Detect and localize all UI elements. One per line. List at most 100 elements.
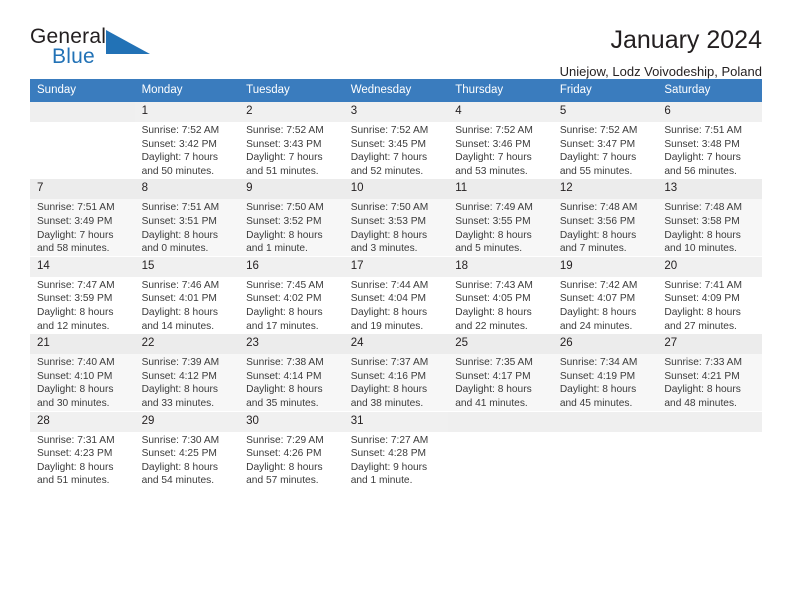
day-info: Sunrise: 7:45 AM Sunset: 4:02 PM Dayligh…: [246, 279, 324, 332]
day-number: 28: [30, 411, 135, 432]
general-blue-logo: General Blue: [30, 26, 160, 74]
day-cell[interactable]: 22 Sunrise: 7:39 AM Sunset: 4:12 PM Dayl…: [134, 333, 240, 412]
day-number: 24: [343, 334, 449, 355]
day-info: Sunrise: 7:52 AM Sunset: 3:45 PM Dayligh…: [350, 125, 429, 177]
day-cell[interactable]: 11 Sunrise: 7:49 AM Sunset: 3:55 PM Dayl…: [448, 178, 553, 257]
day-number: 30: [239, 411, 344, 432]
day-number: 8: [134, 179, 240, 200]
day-cell[interactable]: 13 Sunrise: 7:48 AM Sunset: 3:58 PM Dayl…: [657, 178, 762, 257]
day-cell[interactable]: 26 Sunrise: 7:34 AM Sunset: 4:19 PM Dayl…: [552, 333, 658, 412]
day-info: Sunrise: 7:50 AM Sunset: 3:52 PM Dayligh…: [246, 202, 324, 255]
day-number: 18: [448, 256, 553, 277]
day-cell[interactable]: 20 Sunrise: 7:41 AM Sunset: 4:09 PM Dayl…: [657, 256, 762, 335]
day-number: 15: [134, 256, 240, 277]
day-cell[interactable]: 14 Sunrise: 7:47 AM Sunset: 3:59 PM Dayl…: [30, 256, 135, 335]
day-info: Sunrise: 7:34 AM Sunset: 4:19 PM Dayligh…: [559, 357, 638, 409]
day-cell[interactable]: 15 Sunrise: 7:46 AM Sunset: 4:01 PM Dayl…: [134, 256, 240, 335]
day-info: Sunrise: 7:44 AM Sunset: 4:04 PM Dayligh…: [350, 279, 429, 332]
day-cell[interactable]: 31 Sunrise: 7:27 AM Sunset: 4:28 PM Dayl…: [343, 411, 449, 489]
weekday-header-friday: Friday: [552, 79, 658, 102]
day-number: [552, 411, 658, 432]
weekday-header-tuesday: Tuesday: [239, 79, 344, 102]
day-info: [657, 432, 762, 434]
weekday-header-wednesday: Wednesday: [343, 79, 449, 102]
day-number: 16: [239, 256, 344, 277]
day-cell[interactable]: 21 Sunrise: 7:40 AM Sunset: 4:10 PM Dayl…: [30, 333, 135, 412]
day-cell-empty: [30, 102, 135, 180]
day-number: 11: [448, 179, 553, 200]
day-info: Sunrise: 7:47 AM Sunset: 3:59 PM Dayligh…: [37, 279, 115, 332]
day-cell-empty: [657, 411, 762, 489]
day-info: Sunrise: 7:49 AM Sunset: 3:55 PM Dayligh…: [455, 202, 533, 255]
day-cell[interactable]: 5 Sunrise: 7:52 AM Sunset: 3:47 PM Dayli…: [552, 102, 658, 180]
day-cell[interactable]: 16 Sunrise: 7:45 AM Sunset: 4:02 PM Dayl…: [239, 256, 344, 335]
day-cell[interactable]: 4 Sunrise: 7:52 AM Sunset: 3:46 PM Dayli…: [448, 102, 553, 180]
day-cell[interactable]: 12 Sunrise: 7:48 AM Sunset: 3:56 PM Dayl…: [552, 178, 658, 257]
calendar-week-row: 28 Sunrise: 7:31 AM Sunset: 4:23 PM Dayl…: [30, 411, 762, 489]
page-header: General Blue January 2024 Uniejow, Lodz …: [30, 0, 762, 79]
day-info: Sunrise: 7:40 AM Sunset: 4:10 PM Dayligh…: [37, 357, 115, 409]
day-cell[interactable]: 18 Sunrise: 7:43 AM Sunset: 4:05 PM Dayl…: [448, 256, 553, 335]
day-number: 26: [552, 334, 658, 355]
page-subtitle: Uniejow, Lodz Voivodeship, Poland: [559, 63, 762, 79]
day-number: 1: [134, 102, 240, 122]
day-info: Sunrise: 7:52 AM Sunset: 3:47 PM Dayligh…: [559, 125, 638, 177]
day-cell[interactable]: 3 Sunrise: 7:52 AM Sunset: 3:45 PM Dayli…: [343, 102, 449, 180]
day-info: Sunrise: 7:48 AM Sunset: 3:58 PM Dayligh…: [664, 202, 742, 255]
day-cell[interactable]: 28 Sunrise: 7:31 AM Sunset: 4:23 PM Dayl…: [30, 411, 135, 489]
day-info: Sunrise: 7:29 AM Sunset: 4:26 PM Dayligh…: [246, 434, 324, 487]
day-number: 25: [448, 334, 553, 355]
day-number: 29: [134, 411, 240, 432]
day-number: 7: [30, 179, 135, 200]
day-cell[interactable]: 24 Sunrise: 7:37 AM Sunset: 4:16 PM Dayl…: [343, 333, 449, 412]
calendar-week-row: 21 Sunrise: 7:40 AM Sunset: 4:10 PM Dayl…: [30, 333, 762, 412]
day-cell[interactable]: 27 Sunrise: 7:33 AM Sunset: 4:21 PM Dayl…: [657, 333, 762, 412]
day-info: Sunrise: 7:35 AM Sunset: 4:17 PM Dayligh…: [455, 357, 533, 409]
day-cell[interactable]: 2 Sunrise: 7:52 AM Sunset: 3:43 PM Dayli…: [239, 102, 344, 180]
day-cell[interactable]: 29 Sunrise: 7:30 AM Sunset: 4:25 PM Dayl…: [134, 411, 240, 489]
day-number: 20: [657, 256, 762, 277]
day-number: 27: [657, 334, 762, 355]
day-info: Sunrise: 7:37 AM Sunset: 4:16 PM Dayligh…: [350, 357, 429, 409]
day-cell[interactable]: 19 Sunrise: 7:42 AM Sunset: 4:07 PM Dayl…: [552, 256, 658, 335]
day-cell[interactable]: 25 Sunrise: 7:35 AM Sunset: 4:17 PM Dayl…: [448, 333, 553, 412]
day-cell[interactable]: 30 Sunrise: 7:29 AM Sunset: 4:26 PM Dayl…: [239, 411, 344, 489]
day-cell[interactable]: 10 Sunrise: 7:50 AM Sunset: 3:53 PM Dayl…: [343, 178, 449, 257]
day-info: Sunrise: 7:50 AM Sunset: 3:53 PM Dayligh…: [350, 202, 429, 255]
logo-text-general: General: [30, 25, 107, 48]
day-number: 23: [239, 334, 344, 355]
weekday-header-thursday: Thursday: [448, 79, 553, 102]
triangle-flag-icon: [106, 30, 150, 58]
calendar-page: General Blue January 2024 Uniejow, Lodz …: [0, 0, 792, 612]
day-number: 10: [343, 179, 449, 200]
day-info: Sunrise: 7:39 AM Sunset: 4:12 PM Dayligh…: [141, 357, 220, 409]
day-number: 21: [30, 334, 135, 355]
day-number: 12: [552, 179, 658, 200]
day-cell[interactable]: 9 Sunrise: 7:50 AM Sunset: 3:52 PM Dayli…: [239, 178, 344, 257]
calendar-week-row: 1 Sunrise: 7:52 AM Sunset: 3:42 PM Dayli…: [30, 102, 762, 180]
calendar-header-row: Sunday Monday Tuesday Wednesday Thursday…: [30, 79, 762, 102]
day-number: 3: [343, 102, 449, 122]
day-cell[interactable]: 7 Sunrise: 7:51 AM Sunset: 3:49 PM Dayli…: [30, 178, 135, 257]
day-number: 17: [343, 256, 449, 277]
weekday-header-monday: Monday: [134, 79, 240, 102]
day-number: 19: [552, 256, 658, 277]
day-number: 5: [552, 102, 658, 122]
day-info: Sunrise: 7:38 AM Sunset: 4:14 PM Dayligh…: [246, 357, 324, 409]
day-number: [30, 102, 135, 122]
day-cell[interactable]: 1 Sunrise: 7:52 AM Sunset: 3:42 PM Dayli…: [134, 102, 240, 180]
day-info: Sunrise: 7:41 AM Sunset: 4:09 PM Dayligh…: [664, 279, 742, 332]
calendar-table: Sunday Monday Tuesday Wednesday Thursday…: [30, 79, 762, 489]
day-number: [657, 411, 762, 432]
day-cell[interactable]: 8 Sunrise: 7:51 AM Sunset: 3:51 PM Dayli…: [134, 178, 240, 257]
day-info: Sunrise: 7:27 AM Sunset: 4:28 PM Dayligh…: [350, 434, 429, 487]
day-cell[interactable]: 6 Sunrise: 7:51 AM Sunset: 3:48 PM Dayli…: [657, 102, 762, 180]
day-number: 31: [343, 411, 449, 432]
day-cell[interactable]: 17 Sunrise: 7:44 AM Sunset: 4:04 PM Dayl…: [343, 256, 449, 335]
weekday-header-saturday: Saturday: [657, 79, 762, 102]
day-info: [553, 432, 658, 434]
day-cell-empty: [448, 411, 553, 489]
day-number: 13: [657, 179, 762, 200]
day-cell[interactable]: 23 Sunrise: 7:38 AM Sunset: 4:14 PM Dayl…: [239, 333, 344, 412]
day-info: [448, 432, 553, 434]
